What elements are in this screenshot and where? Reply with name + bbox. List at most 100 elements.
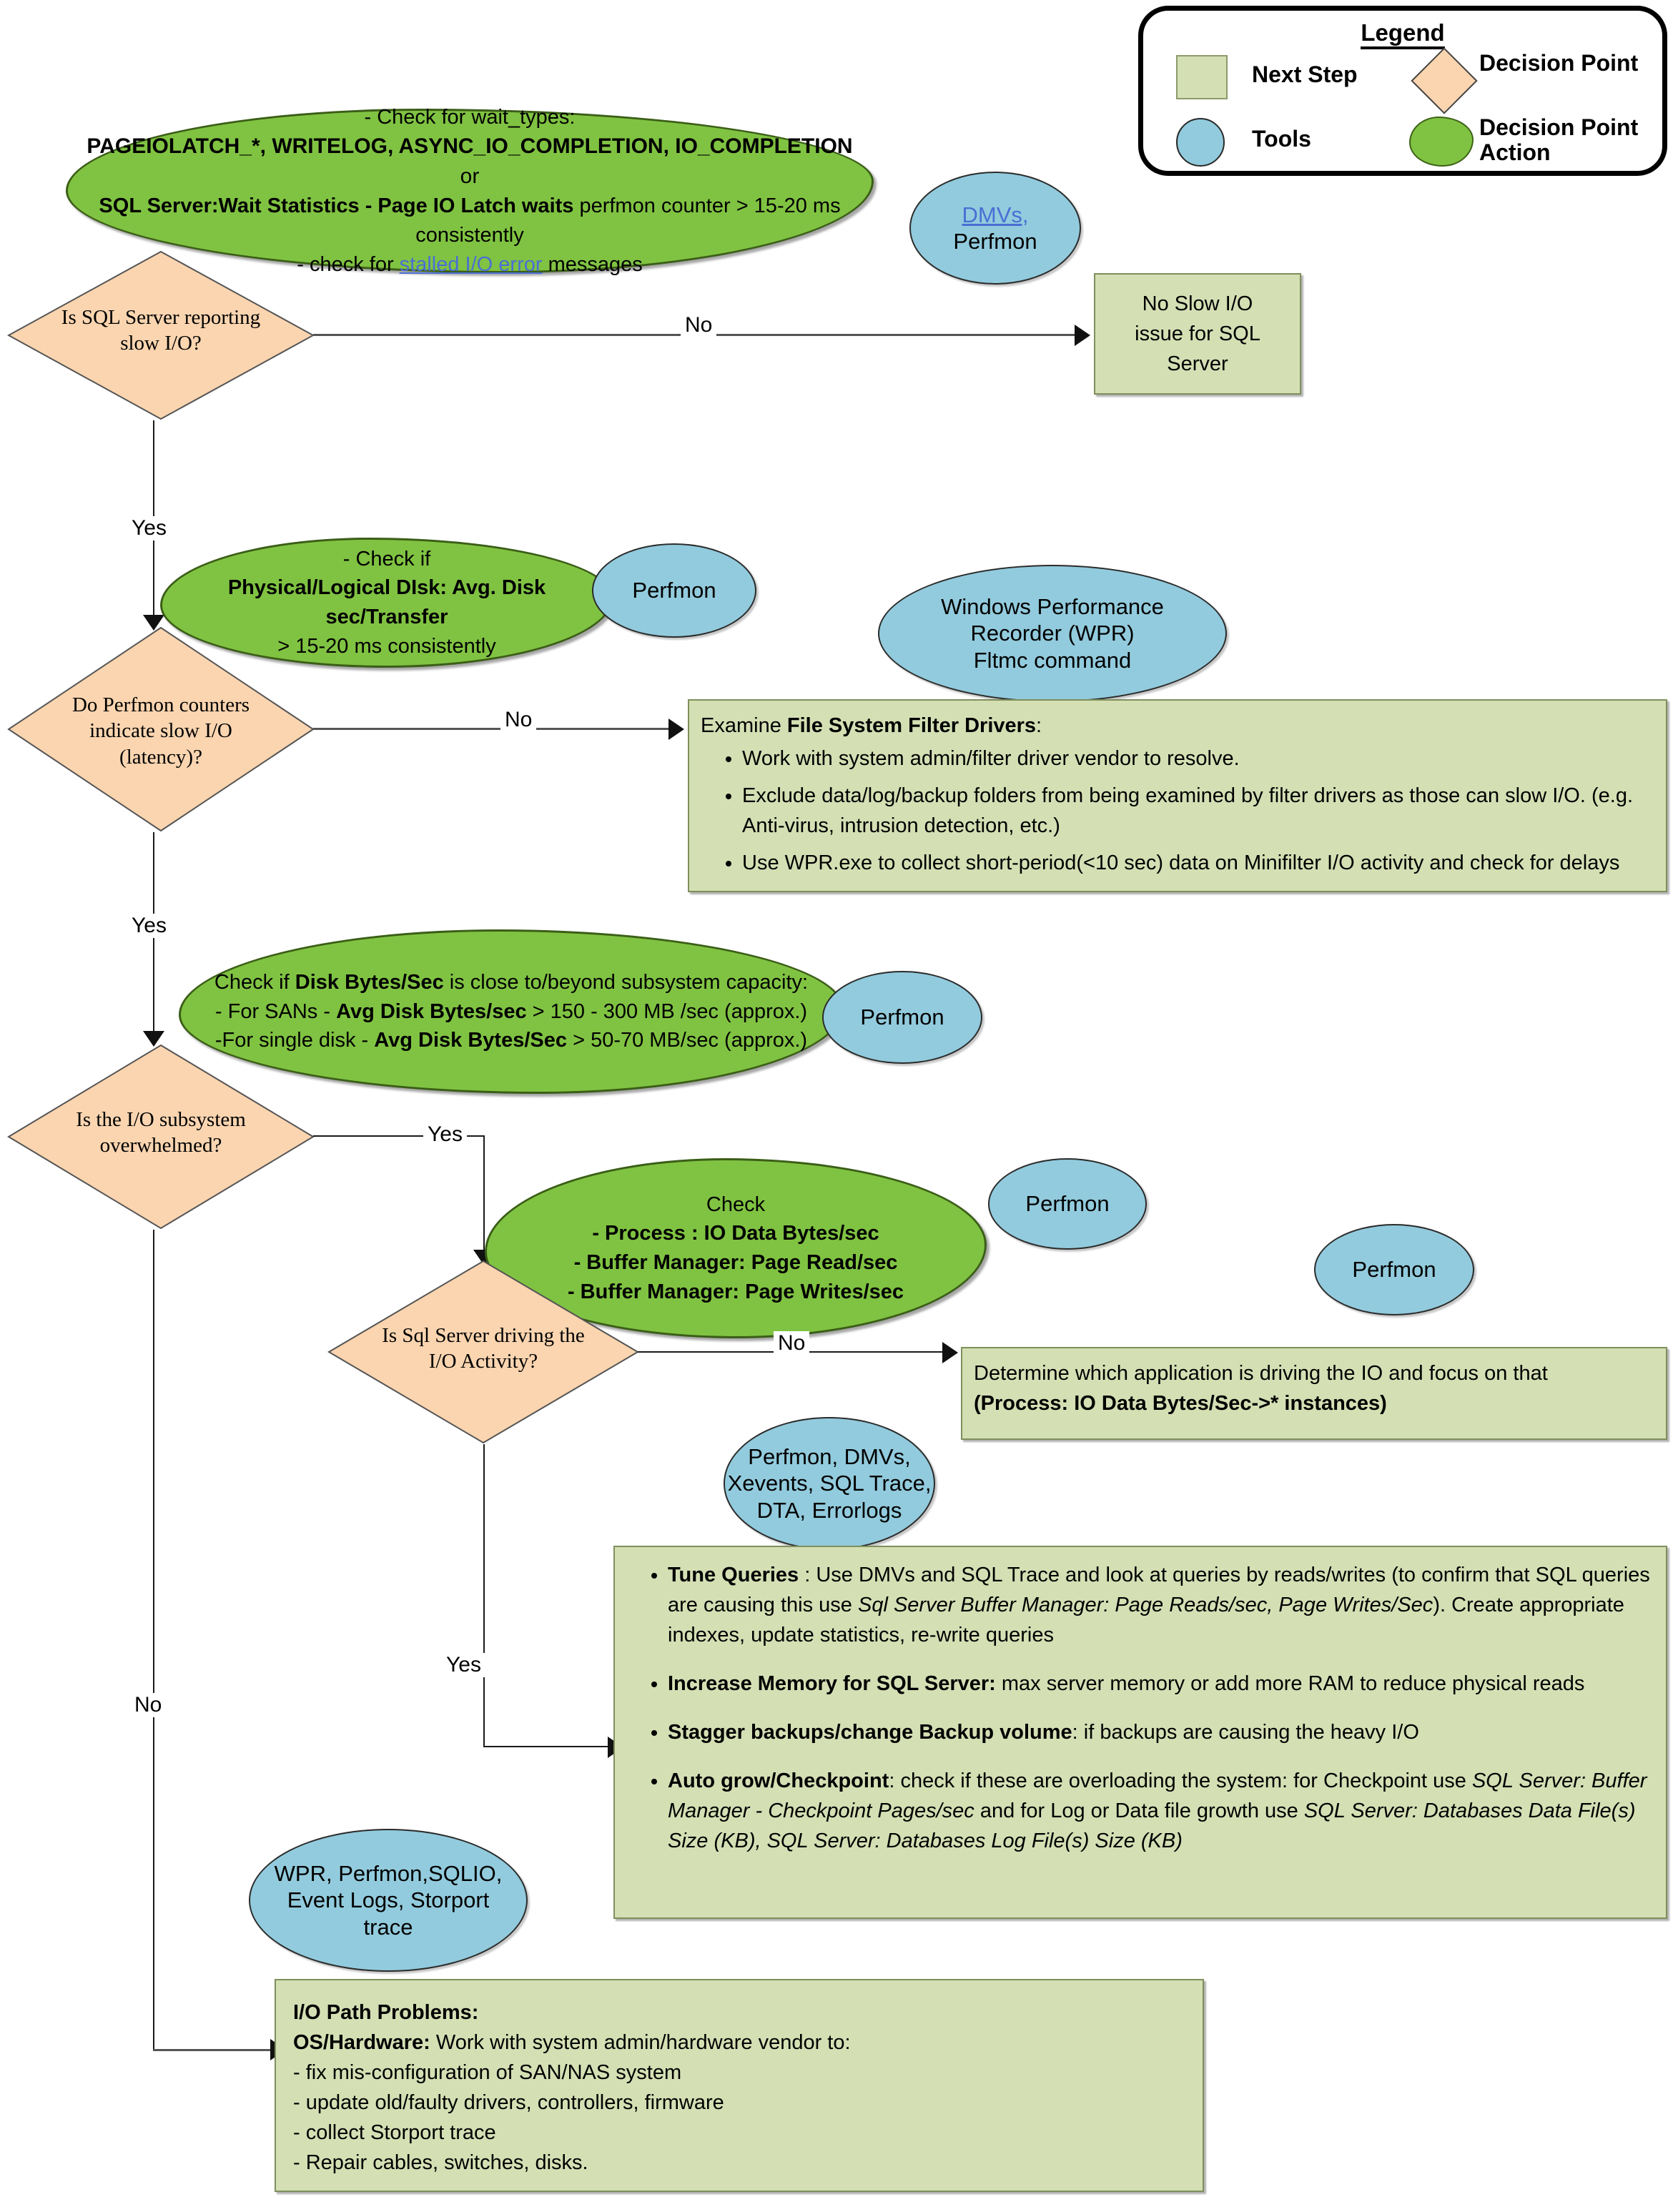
box-filter-bullet-1: Work with system admin/filter driver ven… bbox=[742, 744, 1654, 774]
legend-swatch-decision-point-action bbox=[1409, 117, 1474, 167]
edge-d1-no-arrow bbox=[1075, 325, 1090, 346]
box-io-path-subtitle-text: Work with system admin/hardware vendor t… bbox=[430, 2031, 851, 2055]
box-tune-bullet-2: Increase Memory for SQL Server: max serv… bbox=[668, 1669, 1654, 1699]
tool-perfmon-2-label: Perfmon bbox=[860, 1004, 944, 1030]
decision-1-line1: Is SQL Server reporting bbox=[61, 306, 261, 329]
box-filter-bullet-3: Use WPR.exe to collect short-period(<10 … bbox=[742, 848, 1654, 878]
tool-sql-line3: DTA, Errorlogs bbox=[756, 1497, 902, 1523]
edge-label-d1-yes: Yes bbox=[127, 516, 171, 540]
cloud-wait-types-line5-post: messages bbox=[542, 252, 643, 276]
cloud-disk-latency-line1: - Check if bbox=[342, 547, 431, 571]
tool-perfmon-3: Perfmon bbox=[988, 1158, 1147, 1250]
tool-perfmon-1: Perfmon bbox=[592, 543, 756, 638]
edge-d2-no-line bbox=[313, 728, 671, 730]
box-tune-recommendations: Tune Queries : Use DMVs and SQL Trace an… bbox=[613, 1546, 1667, 1919]
decision-do-perfmon-counters-indicate-slow-io[interactable]: Do Perfmon counters indicate slow I/O (l… bbox=[7, 626, 315, 832]
decision-2-line3: (latency)? bbox=[119, 745, 202, 769]
decision-3-line1: Is the I/O subsystem bbox=[76, 1108, 246, 1131]
box-tune-bullet-3: Stagger backups/change Backup volume: if… bbox=[668, 1717, 1654, 1747]
edge-d4-no-arrow bbox=[942, 1342, 958, 1363]
tool-dmvs-label[interactable]: DMVs, bbox=[953, 202, 1037, 228]
legend-swatch-decision-point bbox=[1411, 47, 1478, 114]
tool-wpr-sqlio-line3: trace bbox=[363, 1914, 413, 1940]
decision-is-sql-driving-io-activity[interactable]: Is Sql Server driving the I/O Activity? bbox=[327, 1260, 639, 1444]
box-tune-b2-head: Increase Memory for SQL Server: bbox=[668, 1672, 996, 1696]
cloud-disk-bytes-l1a: Check if bbox=[214, 971, 295, 994]
tool-sql-line1: Perfmon, DMVs, bbox=[748, 1444, 911, 1470]
box-tune-b4-b: and for Log or Data file growth use bbox=[974, 1799, 1304, 1823]
cloud-disk-bytes-l2a: - For SANs - bbox=[214, 999, 337, 1023]
cloud-disk-bytes-l2b: Avg Disk Bytes/sec bbox=[336, 999, 527, 1023]
tool-wpr-sqlio-line2: Event Logs, Storport bbox=[287, 1887, 490, 1913]
cloud-wait-types-line3-tail: perfmon counter > 15-20 ms bbox=[573, 194, 841, 218]
edge-label-d2-yes: Yes bbox=[127, 914, 171, 938]
edge-d4-yes-vline bbox=[483, 1444, 485, 1747]
box-tune-b2-a: max server memory or add more RAM to red… bbox=[995, 1672, 1585, 1696]
edge-d2-no-arrow bbox=[668, 719, 684, 740]
box-io-path-line-2: - update old/faulty drivers, controllers… bbox=[293, 2091, 724, 2115]
edge-d3-yes-vline bbox=[483, 1135, 485, 1261]
decision-3-line2: overwhelmed? bbox=[99, 1134, 222, 1157]
legend-label-tools: Tools bbox=[1252, 126, 1311, 152]
tool-perfmon-label: Perfmon bbox=[953, 229, 1037, 254]
edge-d3-no-hline bbox=[153, 2049, 275, 2051]
edge-d4-yes-hline bbox=[483, 1746, 612, 1747]
box-io-path-line-1: - fix mis-configuration of SAN/NAS syste… bbox=[293, 2061, 682, 2085]
box-tune-b1-i: Sql Server Buffer Manager: Page Reads/se… bbox=[857, 1594, 1433, 1617]
box-file-system-filter-drivers: Examine File System Filter Drivers: Work… bbox=[688, 699, 1667, 892]
box-io-path-problems: I/O Path Problems: OS/Hardware: Work wit… bbox=[275, 1979, 1204, 2192]
cloud-wait-types-line4: consistently bbox=[415, 224, 524, 247]
tool-sql-line2: Xevents, SQL Trace, bbox=[727, 1471, 932, 1496]
edge-label-d3-yes: Yes bbox=[423, 1122, 467, 1147]
tool-wpr-line2: Recorder (WPR) bbox=[970, 621, 1135, 646]
box-tune-bullet-1: Tune Queries : Use DMVs and SQL Trace an… bbox=[668, 1560, 1654, 1650]
tool-perfmon-1-label: Perfmon bbox=[632, 578, 716, 603]
decision-is-sql-reporting-slow-io[interactable]: Is SQL Server reporting slow I/O? bbox=[7, 250, 315, 420]
flowchart-canvas: Legend Next Step Tools Decision Point De… bbox=[0, 0, 1678, 2212]
cloud-disk-bytes-l2c: > 150 - 300 MB /sec (approx.) bbox=[526, 999, 808, 1023]
cloud-disk-bytes-l3b: Avg Disk Bytes/Sec bbox=[374, 1029, 568, 1052]
tool-perfmon-3-label: Perfmon bbox=[1025, 1191, 1110, 1217]
tool-perfmon-2: Perfmon bbox=[822, 971, 982, 1064]
tool-wpr-line3: Fltmc command bbox=[973, 647, 1132, 673]
edge-label-d3-no: No bbox=[130, 1693, 167, 1717]
legend-label-next-step: Next Step bbox=[1252, 61, 1358, 87]
box-no-slow-io-line2: issue for SQL bbox=[1135, 322, 1260, 345]
decision-4-line2: I/O Activity? bbox=[428, 1350, 538, 1373]
decision-2-line1: Do Perfmon counters bbox=[71, 693, 250, 716]
tool-perfmon-4-label: Perfmon bbox=[1352, 1257, 1436, 1283]
decision-4-line1: Is Sql Server driving the bbox=[382, 1324, 585, 1347]
legend-title: Legend bbox=[1143, 19, 1662, 49]
box-filter-bullet-2: Exclude data/log/backup folders from bei… bbox=[742, 781, 1654, 841]
cloud-disk-bytes-l3c: > 50-70 MB/sec (approx.) bbox=[567, 1029, 808, 1052]
decision-1-line2: slow I/O? bbox=[120, 332, 202, 355]
edge-label-d2-no: No bbox=[500, 708, 537, 732]
cloud-wait-types: - Check for wait_types: PAGEIOLATCH_*, W… bbox=[66, 106, 874, 276]
box-determine-line2: (Process: IO Data Bytes/Sec->* instances… bbox=[974, 1392, 1387, 1416]
stalled-io-error-link[interactable]: stalled I/O error bbox=[400, 253, 543, 276]
box-determine-line1: Determine which application is driving t… bbox=[974, 1362, 1548, 1385]
cloud-wait-types-line2-bold: PAGEIOLATCH_*, WRITELOG, ASYNC_IO_COMPLE… bbox=[87, 134, 853, 159]
box-determine-application: Determine which application is driving t… bbox=[961, 1347, 1667, 1440]
cloud-sql-driving-line1: Check bbox=[706, 1193, 766, 1216]
edge-d3-no-vline bbox=[153, 1230, 154, 2050]
legend-swatch-tools bbox=[1176, 118, 1225, 167]
box-no-slow-io-line3: Server bbox=[1167, 352, 1228, 376]
decision-2-line2: indicate slow I/O bbox=[89, 719, 232, 743]
edge-label-d1-no: No bbox=[681, 313, 717, 337]
cloud-wait-types-line3-bold: SQL Server:Wait Statistics - Page IO Lat… bbox=[99, 194, 574, 218]
box-io-path-line-4: - Repair cables, switches, disks. bbox=[293, 2151, 588, 2175]
box-tune-b4-head: Auto grow/Checkpoint bbox=[668, 1769, 889, 1793]
box-tune-b1-head: Tune Queries bbox=[668, 1564, 799, 1586]
cloud-disk-bytes-l1b: Disk Bytes/Sec bbox=[295, 971, 444, 994]
tool-perfmon-4: Perfmon bbox=[1314, 1224, 1474, 1315]
legend-panel: Legend Next Step Tools Decision Point De… bbox=[1138, 6, 1667, 176]
box-no-slow-io-line1: No Slow I/O bbox=[1142, 292, 1253, 315]
box-filter-title-post: : bbox=[1036, 714, 1042, 737]
legend-label-decision-point-action: Decision Point Action bbox=[1479, 114, 1639, 165]
box-tune-b4-a: : check if these are overloading the sys… bbox=[889, 1769, 1472, 1793]
edge-label-d4-yes: Yes bbox=[442, 1653, 485, 1677]
box-no-slow-io: No Slow I/O issue for SQL Server bbox=[1094, 273, 1301, 395]
cloud-disk-latency-line2: Physical/Logical DIsk: Avg. Disk sec/Tra… bbox=[227, 576, 546, 628]
decision-is-io-subsystem-overwhelmed[interactable]: Is the I/O subsystem overwhelmed? bbox=[7, 1044, 315, 1230]
